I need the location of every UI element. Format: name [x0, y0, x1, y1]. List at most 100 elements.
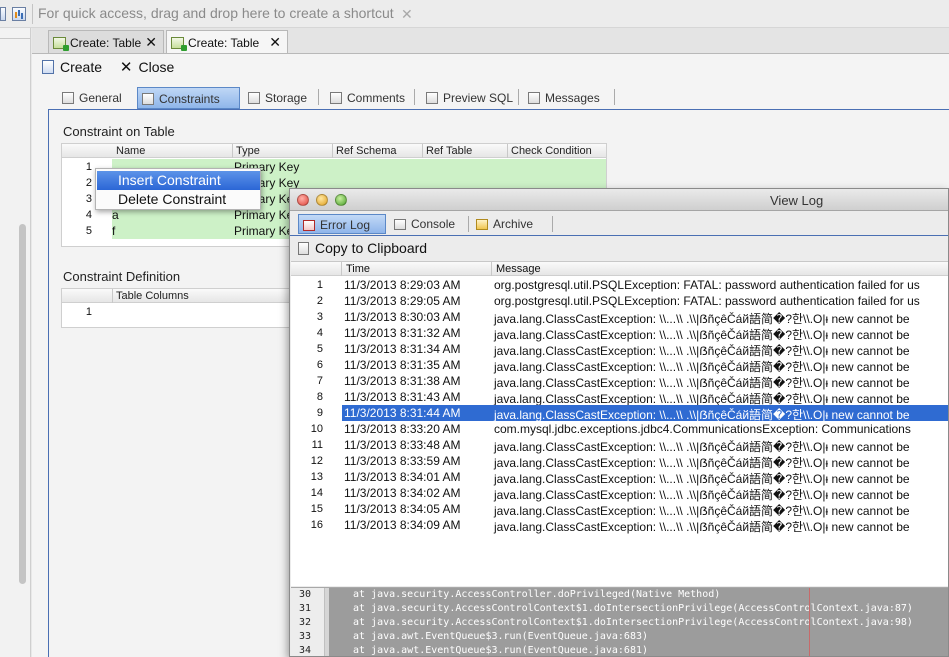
log-time: 11/3/2013 8:33:20 AM	[344, 422, 461, 436]
table-row[interactable]: 14 11/3/2013 8:34:02 AM java.lang.ClassCas…	[291, 485, 948, 502]
console-icon	[394, 219, 406, 230]
table-row[interactable]: 1 11/3/2013 8:29:03 AM org.postgresql.util…	[291, 277, 948, 293]
close-icon[interactable]: ✕	[269, 34, 281, 51]
chart-icon[interactable]	[12, 7, 26, 21]
zoom-window-button[interactable]	[335, 194, 347, 206]
table-row[interactable]: 3 11/3/2013 8:30:03 AM java.lang.ClassCast…	[291, 309, 948, 326]
table-row[interactable]: 10 11/3/2013 8:33:20 AM com.mysql.jdbc.exc…	[291, 421, 948, 437]
constraint-definition-table[interactable]: Table Columns 1	[61, 288, 301, 328]
error-log-table[interactable]: Time Message 1 11/3/2013 8:29:03 AM org.po…	[291, 261, 948, 586]
column-header[interactable]: Type	[236, 145, 260, 157]
table-row[interactable]: 12 11/3/2013 8:33:59 AM java.lang.ClassCas…	[291, 453, 948, 470]
divider	[290, 235, 948, 236]
table-row[interactable]: 9 11/3/2013 8:31:44 AM java.lang.ClassCast…	[291, 405, 948, 422]
copy-to-clipboard-button[interactable]: Copy to Clipboard	[298, 240, 427, 256]
view-log-window: View Log Error Log Console Archive Copy …	[289, 188, 949, 657]
column-header[interactable]: Table Columns	[116, 290, 189, 302]
column-header[interactable]: Name	[116, 145, 145, 157]
editor-tab-label: Create: Table	[188, 36, 260, 50]
close-button[interactable]: Close	[139, 59, 175, 75]
row-number: 2	[316, 295, 323, 307]
row-number: 16	[310, 519, 323, 531]
window-titlebar[interactable]: View Log	[290, 189, 948, 211]
log-time: 11/3/2013 8:33:59 AM	[344, 454, 461, 468]
trace-text: at java.awt.EventQueue$3.run(EventQueue.…	[353, 631, 649, 642]
table-row[interactable]: 5 11/3/2013 8:31:34 AM java.lang.ClassCast…	[291, 341, 948, 358]
tab-comments[interactable]: Comments	[330, 87, 405, 109]
column-header[interactable]: Message	[496, 263, 541, 275]
table-header: Table Columns	[62, 289, 300, 303]
toolbar-icon[interactable]	[0, 7, 6, 21]
row-number: 12	[310, 455, 323, 467]
stack-trace-view[interactable]: 30 at java.security.AccessController.doPr…	[291, 587, 948, 656]
column-header[interactable]: Time	[346, 263, 370, 275]
comments-icon	[330, 92, 342, 104]
scrollbar[interactable]	[19, 224, 26, 584]
log-time: 11/3/2013 8:31:44 AM	[344, 406, 461, 420]
delete-constraint-menu-item[interactable]: Delete Constraint	[97, 190, 260, 209]
log-time: 11/3/2013 8:31:38 AM	[344, 374, 461, 388]
row-number: 10	[310, 423, 323, 435]
column-header[interactable]: Ref Schema	[336, 145, 397, 157]
column-header[interactable]: Check Condition	[511, 145, 592, 157]
tab-constraints[interactable]: Constraints	[137, 87, 240, 109]
table-row[interactable]: 1	[62, 304, 300, 320]
context-menu: Insert Constraint Delete Constraint	[95, 168, 261, 210]
storage-icon	[248, 92, 260, 104]
line-number: 32	[299, 617, 312, 628]
table-row[interactable]: 16 11/3/2013 8:34:09 AM java.lang.ClassCas…	[291, 517, 948, 534]
log-time: 11/3/2013 8:31:35 AM	[344, 358, 461, 372]
table-row[interactable]: 15 11/3/2013 8:34:05 AM java.lang.ClassCas…	[291, 501, 948, 518]
trace-text: at java.security.AccessControlContext$1.…	[353, 617, 913, 628]
table-row[interactable]: 4 11/3/2013 8:31:32 AM java.lang.ClassCast…	[291, 325, 948, 342]
log-time: 11/3/2013 8:33:48 AM	[344, 438, 461, 452]
editor-tab-create-table-1[interactable]: Create: Table ✕	[48, 30, 164, 53]
divider	[0, 38, 30, 39]
row-number: 13	[310, 471, 323, 483]
editor-tab-label: Create: Table	[70, 36, 142, 50]
editor-tab-create-table-2[interactable]: Create: Table ✕	[166, 30, 288, 54]
section-title: Constraint Definition	[63, 269, 181, 284]
tab-storage[interactable]: Storage	[248, 87, 307, 109]
tab-preview-sql[interactable]: Preview SQL	[426, 87, 513, 109]
tab-label: Error Log	[320, 218, 371, 232]
create-button[interactable]: Create	[60, 59, 102, 75]
tab-messages[interactable]: Messages	[528, 87, 600, 109]
row-number: 8	[316, 391, 323, 403]
log-time: 11/3/2013 8:34:01 AM	[344, 470, 461, 484]
section-title: Constraint on Table	[63, 124, 175, 139]
log-time: 11/3/2013 8:31:43 AM	[344, 390, 461, 404]
log-time: 11/3/2013 8:34:05 AM	[344, 502, 461, 516]
close-window-button[interactable]	[297, 194, 309, 206]
cell-name[interactable]: f	[112, 224, 115, 238]
cell-name[interactable]: a	[112, 208, 119, 222]
tab-archive[interactable]: Archive	[476, 214, 533, 234]
minimize-window-button[interactable]	[316, 194, 328, 206]
table-row[interactable]: 2 11/3/2013 8:29:05 AM org.postgresql.util…	[291, 293, 948, 309]
table-row[interactable]: 6 11/3/2013 8:31:35 AM java.lang.ClassCast…	[291, 357, 948, 374]
close-icon[interactable]: ✕	[145, 34, 157, 51]
row-number: 4	[316, 327, 323, 339]
line-number: 33	[299, 631, 312, 642]
table-row[interactable]: 7 11/3/2013 8:31:38 AM java.lang.ClassCast…	[291, 373, 948, 390]
table-row[interactable]: 11 11/3/2013 8:33:48 AM java.lang.ClassCas…	[291, 437, 948, 454]
insert-constraint-menu-item[interactable]: Insert Constraint	[97, 171, 260, 190]
row-number: 7	[316, 375, 323, 387]
editor-tabs: Create: Table ✕ Create: Table ✕	[32, 28, 949, 54]
row-number: 14	[310, 487, 323, 499]
log-time: 11/3/2013 8:34:02 AM	[344, 486, 461, 500]
table-row[interactable]: 13 11/3/2013 8:34:01 AM java.lang.ClassCas…	[291, 469, 948, 486]
log-message: org.postgresql.util.PSQLException: FATAL…	[494, 278, 920, 292]
tab-general[interactable]: General	[62, 87, 122, 109]
trace-line: 32 at java.security.AccessControlContext$…	[291, 616, 948, 630]
line-number: 31	[299, 603, 312, 614]
tab-label: Storage	[265, 91, 308, 105]
tab-label: Archive	[493, 217, 534, 231]
error-log-icon	[303, 220, 315, 231]
table-row[interactable]: 8 11/3/2013 8:31:43 AM java.lang.ClassCast…	[291, 389, 948, 406]
close-icon[interactable]: ✕	[401, 6, 413, 23]
tab-console[interactable]: Console	[394, 214, 455, 234]
tab-error-log[interactable]: Error Log	[298, 214, 386, 234]
column-header[interactable]: Ref Table	[426, 145, 472, 157]
tab-label: Preview SQL	[443, 91, 514, 105]
